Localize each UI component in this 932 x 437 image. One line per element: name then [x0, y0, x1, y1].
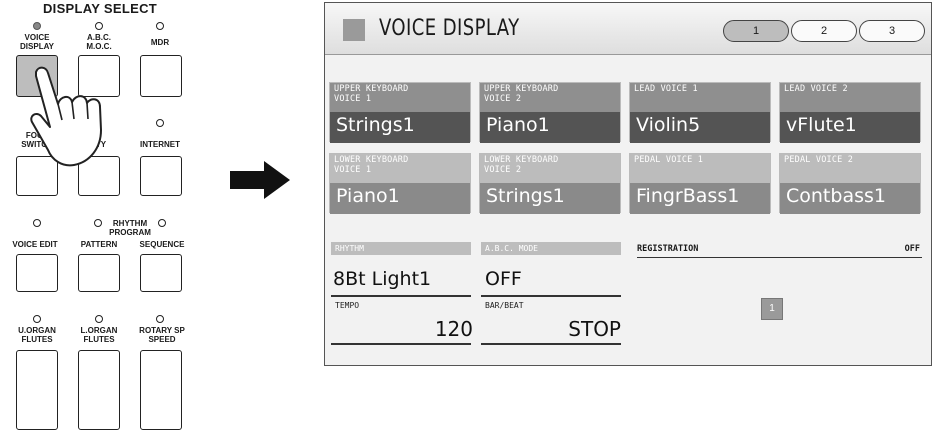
- rotary-sp-speed-label: ROTARY SP SPEED: [139, 326, 185, 344]
- bar-beat-label: BAR/BEAT: [485, 301, 524, 310]
- rotary-sp-speed-led: [156, 315, 164, 323]
- page-tab-1[interactable]: 1: [723, 20, 789, 42]
- voice-tile-upper-1[interactable]: UPPER KEYBOARD VOICE 1 Strings1: [329, 82, 471, 143]
- voice-tile-lead-1[interactable]: LEAD VOICE 1 Violin5: [629, 82, 771, 143]
- l-organ-flutes-label: L.ORGAN FLUTES: [80, 326, 118, 344]
- internet-label: INTERNET: [140, 140, 180, 149]
- arrow-right-icon: [230, 161, 290, 199]
- tempo-label: TEMPO: [335, 301, 360, 310]
- voice-tile-pedal-1[interactable]: PEDAL VOICE 1 FingrBass1: [629, 153, 771, 214]
- display-select-panel: DISPLAY SELECT VOICE DISPLAY A.B.C. M.O.…: [0, 0, 200, 437]
- voice-name: Piano1: [330, 183, 470, 214]
- registration-status: OFF: [904, 244, 920, 254]
- voice-label: LEAD VOICE 1: [634, 84, 698, 94]
- voice-tile-lower-2[interactable]: LOWER KEYBOARD VOICE 2 Strings1: [479, 153, 621, 214]
- voice-name: Piano1: [480, 112, 620, 143]
- sequence-led: [158, 219, 166, 227]
- rhythm-program-label: RHYTHM PROGRAM: [109, 219, 151, 237]
- pattern-label: PATTERN: [80, 240, 118, 249]
- mdr-button[interactable]: [140, 55, 182, 97]
- internet-led: [156, 119, 164, 127]
- voice-edit-button[interactable]: [16, 254, 58, 292]
- pattern-led: [94, 219, 102, 227]
- rhythm-underline: [331, 295, 471, 297]
- panel-title: DISPLAY SELECT: [42, 1, 157, 16]
- abc-moc-label: A.B.C. M.O.C.: [86, 33, 112, 51]
- abc-mode-value[interactable]: OFF: [485, 268, 522, 290]
- voice-name: Strings1: [480, 183, 620, 214]
- page-tab-3[interactable]: 3: [859, 20, 925, 42]
- voice-display-led: [33, 22, 41, 30]
- internet-button[interactable]: [140, 156, 182, 196]
- voice-sublabel: VOICE 2: [484, 164, 522, 175]
- abc-moc-led: [95, 22, 103, 30]
- voice-label: LEAD VOICE 2: [784, 84, 848, 94]
- voice-tile-lead-2[interactable]: LEAD VOICE 2 vFlute1: [779, 82, 921, 143]
- screen-title: VOICE DISPLAY: [379, 16, 520, 41]
- voice-edit-label: VOICE EDIT: [12, 240, 58, 249]
- l-organ-flutes-led: [95, 315, 103, 323]
- bar-beat-underline: [481, 343, 621, 345]
- mdr-label: MDR: [150, 38, 170, 47]
- voice-display-screen: VOICE DISPLAY 1 2 3 UPPER KEYBOARD VOICE …: [324, 2, 932, 366]
- registration-header: REGISTRATION OFF: [637, 244, 922, 258]
- sequence-button[interactable]: [140, 254, 182, 292]
- voice-label: PEDAL VOICE 1: [634, 155, 704, 165]
- voice-edit-led: [33, 219, 41, 227]
- voice-tile-pedal-2[interactable]: PEDAL VOICE 2 Contbass1: [779, 153, 921, 214]
- rhythm-label: RHYTHM: [331, 242, 471, 255]
- abc-mode-underline: [481, 295, 621, 297]
- bar-beat-value: STOP: [568, 317, 621, 341]
- voice-sublabel: VOICE 1: [334, 93, 372, 104]
- u-organ-flutes-button[interactable]: [16, 350, 58, 430]
- screen-header: VOICE DISPLAY 1 2 3: [325, 3, 931, 55]
- sequence-label: SEQUENCE: [139, 240, 185, 249]
- u-organ-flutes-label: U.ORGAN FLUTES: [18, 326, 56, 344]
- mdr-led: [156, 22, 164, 30]
- tempo-value[interactable]: 120: [435, 317, 473, 341]
- voice-sublabel: VOICE 1: [334, 164, 372, 175]
- voice-name: vFlute1: [780, 112, 920, 143]
- voice-sublabel: VOICE 2: [484, 93, 522, 104]
- voice-name: Contbass1: [780, 183, 920, 214]
- pressing-hand-icon: [30, 66, 102, 167]
- abc-mode-label: A.B.C. MODE: [481, 242, 621, 255]
- tempo-underline: [331, 343, 471, 345]
- voice-name: Strings1: [330, 112, 470, 143]
- screen-icon: [343, 19, 365, 41]
- voice-tile-upper-2[interactable]: UPPER KEYBOARD VOICE 2 Piano1: [479, 82, 621, 143]
- voice-name: Violin5: [630, 112, 770, 143]
- voice-label: PEDAL VOICE 2: [784, 155, 854, 165]
- page-tab-2[interactable]: 2: [791, 20, 857, 42]
- voice-tile-lower-1[interactable]: LOWER KEYBOARD VOICE 1 Piano1: [329, 153, 471, 214]
- pattern-button[interactable]: [78, 254, 120, 292]
- voice-display-label: VOICE DISPLAY: [20, 33, 54, 51]
- voice-name: FingrBass1: [630, 183, 770, 214]
- rotary-sp-speed-button[interactable]: [140, 350, 182, 430]
- registration-button-1[interactable]: 1: [761, 298, 783, 320]
- registration-label: REGISTRATION: [637, 244, 699, 254]
- rhythm-value[interactable]: 8Bt Light1: [333, 268, 431, 290]
- l-organ-flutes-button[interactable]: [78, 350, 120, 430]
- u-organ-flutes-led: [33, 315, 41, 323]
